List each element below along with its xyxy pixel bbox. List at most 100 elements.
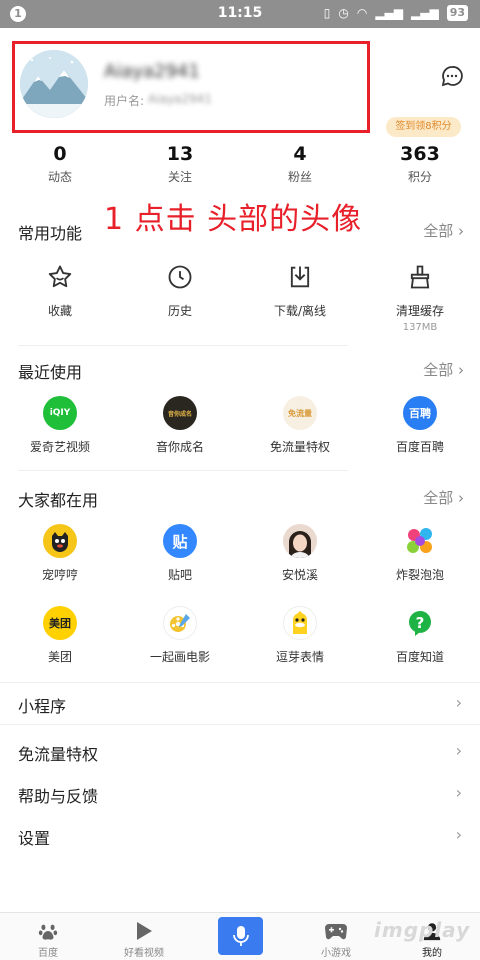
baipin-item[interactable]: 百聘 百度百聘 bbox=[360, 396, 480, 455]
vibrate-icon: ▯ bbox=[323, 6, 331, 20]
see-all-link[interactable]: 全部 › bbox=[423, 359, 464, 380]
profile-header[interactable]: Aiaya2941 用户名: Aiaya2941 签到领8积分 bbox=[0, 28, 480, 137]
item-label: 宠哼哼 bbox=[41, 568, 78, 582]
nav-videos[interactable]: 好看视频 bbox=[96, 913, 192, 960]
section-title: 大家都在用 bbox=[18, 491, 99, 510]
film-icon bbox=[163, 606, 197, 640]
free-data-row[interactable]: 免流量特权 › bbox=[0, 732, 480, 772]
wifi-icon: ◠ bbox=[356, 6, 368, 20]
stat-followers[interactable]: 4 粉丝 bbox=[240, 142, 360, 187]
stat-label: 粉丝 bbox=[287, 170, 312, 184]
chonghengheng-item[interactable]: 宠哼哼 bbox=[0, 524, 120, 583]
alarm-icon: ◷ bbox=[338, 6, 349, 20]
divider bbox=[18, 470, 348, 471]
section-title: 最近使用 bbox=[18, 363, 83, 382]
common-functions-header: 常用功能 全部 › bbox=[0, 216, 480, 246]
free-data-item[interactable]: 免流量 免流量特权 bbox=[240, 396, 360, 455]
nav-label: 百度 bbox=[38, 948, 58, 959]
item-label: 免流量特权 bbox=[269, 440, 330, 454]
meituan-icon: 美团 bbox=[43, 606, 77, 640]
zhidao-item[interactable]: ? 百度知道 bbox=[360, 606, 480, 665]
yinni-item[interactable]: 音你成名 音你成名 bbox=[120, 396, 240, 455]
status-bar: 1 11:15 ▯ ◷ ◠ ▂▄▆ ▂▄▆ 93 bbox=[0, 0, 480, 28]
stat-label: 关注 bbox=[167, 170, 192, 184]
stat-value: 0 bbox=[53, 143, 67, 165]
mini-programs-row[interactable]: 小程序 › bbox=[0, 684, 480, 724]
see-all-link[interactable]: 全部 › bbox=[423, 487, 464, 508]
douya-item[interactable]: 逗芽表情 bbox=[240, 606, 360, 665]
divider bbox=[0, 682, 480, 683]
item-label: 贴吧 bbox=[167, 568, 192, 582]
meituan-item[interactable]: 美团 美团 bbox=[0, 606, 120, 665]
chevron-right-icon: › bbox=[455, 693, 462, 712]
nav-games[interactable]: 小游戏 bbox=[288, 913, 384, 960]
film-item[interactable]: 一起画电影 bbox=[120, 606, 240, 665]
chevron-right-icon: › bbox=[455, 825, 462, 844]
signal2-icon: ▂▄▆ bbox=[411, 6, 439, 20]
chevron-right-icon: › bbox=[455, 741, 462, 760]
battery-level: 93 bbox=[446, 5, 468, 21]
signal-icon: ▂▄▆ bbox=[375, 6, 403, 20]
item-label: 清理缓存 bbox=[395, 304, 444, 318]
item-label: 一起画电影 bbox=[149, 650, 210, 664]
help-feedback-row[interactable]: 帮助与反馈 › bbox=[0, 774, 480, 814]
free-data-icon: 免流量 bbox=[283, 396, 317, 430]
chevron-right-icon: › bbox=[455, 783, 462, 802]
download-item[interactable]: 下载/离线 bbox=[240, 260, 360, 333]
item-label: 逗芽表情 bbox=[275, 650, 324, 664]
row-label: 设置 bbox=[18, 829, 51, 848]
tutorial-highlight-box bbox=[12, 41, 370, 133]
item-label: 音你成名 bbox=[155, 440, 204, 454]
favorites-item[interactable]: 收藏 bbox=[0, 260, 120, 333]
history-item[interactable]: 历史 bbox=[120, 260, 240, 333]
bubble-item[interactable]: 炸裂泡泡 bbox=[360, 524, 480, 583]
stat-value: 13 bbox=[166, 143, 194, 165]
mic-icon bbox=[232, 926, 249, 946]
anyuexi-icon bbox=[283, 524, 317, 558]
popular-grid-row2: 美团 美团 一起画电影 逗芽表情 ? 百度知道 bbox=[0, 606, 480, 665]
item-label: 爱奇艺视频 bbox=[29, 440, 90, 454]
bubble-icon bbox=[403, 524, 437, 558]
zhidao-icon: ? bbox=[403, 606, 437, 640]
play-icon bbox=[96, 919, 192, 943]
see-all-link[interactable]: 全部 › bbox=[423, 220, 464, 241]
tieba-item[interactable]: 贴 贴吧 bbox=[120, 524, 240, 583]
divider bbox=[0, 724, 480, 725]
clock-icon bbox=[163, 260, 197, 294]
recent-header: 最近使用 全部 › bbox=[0, 355, 480, 385]
iqiyi-item[interactable]: iQIY 爱奇艺视频 bbox=[0, 396, 120, 455]
settings-row[interactable]: 设置 › bbox=[0, 816, 480, 856]
stat-posts[interactable]: 0 动态 bbox=[0, 142, 120, 187]
nav-label: 小游戏 bbox=[321, 948, 351, 959]
recent-grid: iQIY 爱奇艺视频 音你成名 音你成名 免流量 免流量特权 百聘 百度百聘 bbox=[0, 396, 480, 455]
item-label: 美团 bbox=[47, 650, 72, 664]
item-label: 炸裂泡泡 bbox=[395, 568, 444, 582]
anyuexi-item[interactable]: 安悦溪 bbox=[240, 524, 360, 583]
row-label: 免流量特权 bbox=[18, 745, 99, 764]
row-label: 帮助与反馈 bbox=[18, 787, 99, 806]
stat-value: 4 bbox=[293, 143, 307, 165]
cache-size: 137MB bbox=[402, 322, 438, 333]
stat-value: 363 bbox=[400, 143, 440, 165]
star-icon bbox=[43, 260, 77, 294]
section-title: 常用功能 bbox=[18, 224, 83, 243]
stat-points[interactable]: 363 积分 bbox=[360, 142, 480, 187]
item-label: 百度知道 bbox=[395, 650, 444, 664]
download-icon bbox=[283, 260, 317, 294]
divider bbox=[18, 345, 348, 346]
stats-row: 0 动态 13 关注 4 粉丝 363 积分 bbox=[0, 142, 480, 187]
voice-search-button[interactable] bbox=[218, 917, 263, 955]
checkin-badge[interactable]: 签到领8积分 bbox=[386, 117, 461, 137]
stat-label: 积分 bbox=[407, 170, 432, 184]
iqiyi-icon: iQIY bbox=[43, 396, 77, 430]
watermark: imgplay bbox=[374, 918, 471, 942]
clear-cache-item[interactable]: 清理缓存 137MB bbox=[360, 260, 480, 333]
yinni-icon: 音你成名 bbox=[163, 396, 197, 430]
chonghengheng-icon bbox=[43, 524, 77, 558]
row-label: 小程序 bbox=[18, 697, 67, 716]
nav-baidu[interactable]: 百度 bbox=[0, 913, 96, 960]
status-icons: ▯ ◷ ◠ ▂▄▆ ▂▄▆ 93 bbox=[324, 5, 468, 21]
paw-icon bbox=[0, 919, 96, 943]
message-icon[interactable] bbox=[440, 64, 464, 88]
stat-following[interactable]: 13 关注 bbox=[120, 142, 240, 187]
